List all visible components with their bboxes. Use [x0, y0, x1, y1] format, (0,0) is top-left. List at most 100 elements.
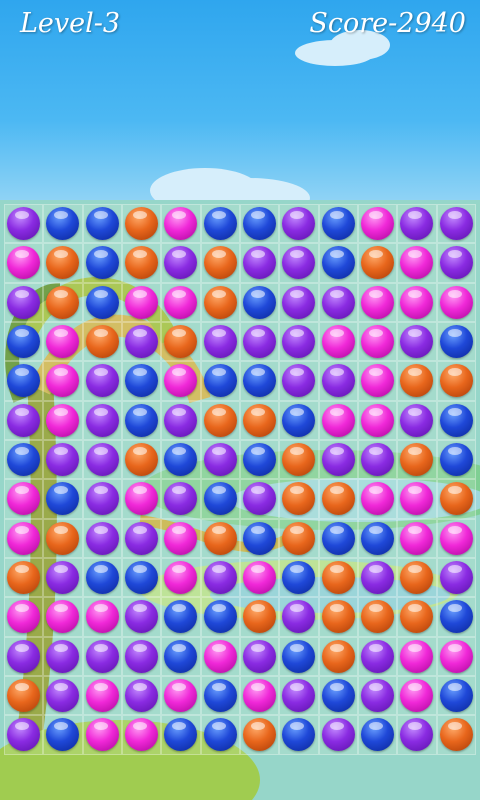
- purple-ball[interactable]: [361, 561, 395, 595]
- purple-ball[interactable]: [125, 325, 159, 359]
- blue-ball[interactable]: [282, 639, 316, 673]
- orange-ball[interactable]: [282, 482, 316, 516]
- blue-ball[interactable]: [203, 679, 237, 713]
- orange-ball[interactable]: [203, 521, 237, 555]
- board-cell[interactable]: [161, 557, 201, 598]
- pink-ball[interactable]: [361, 325, 395, 359]
- board-cell[interactable]: [279, 715, 319, 755]
- board-cell[interactable]: [436, 636, 476, 676]
- board-cell[interactable]: [279, 557, 319, 598]
- board-cell[interactable]: [200, 321, 240, 362]
- board-cell[interactable]: [279, 400, 319, 440]
- board-cell[interactable]: [357, 439, 398, 480]
- board-cell[interactable]: [82, 439, 122, 480]
- pink-ball[interactable]: [400, 285, 434, 319]
- board-cell[interactable]: [121, 597, 162, 637]
- board-cell[interactable]: [239, 479, 280, 519]
- board-cell[interactable]: [357, 321, 398, 362]
- board-cell[interactable]: [397, 400, 437, 440]
- pink-ball[interactable]: [46, 325, 80, 359]
- blue-ball[interactable]: [125, 561, 159, 595]
- board-cell[interactable]: [436, 479, 476, 519]
- purple-ball[interactable]: [203, 443, 237, 477]
- pink-ball[interactable]: [243, 679, 277, 713]
- orange-ball[interactable]: [243, 403, 277, 437]
- pink-ball[interactable]: [243, 561, 277, 595]
- board-cell[interactable]: [436, 282, 476, 322]
- purple-ball[interactable]: [439, 207, 473, 241]
- board-cell[interactable]: [397, 597, 437, 637]
- board-cell[interactable]: [279, 361, 319, 401]
- board-cell[interactable]: [239, 597, 280, 637]
- board-cell[interactable]: [161, 597, 201, 637]
- board-cell[interactable]: [357, 361, 398, 401]
- orange-ball[interactable]: [439, 482, 473, 516]
- board-cell[interactable]: [318, 361, 358, 401]
- blue-ball[interactable]: [361, 718, 395, 752]
- pink-ball[interactable]: [361, 403, 395, 437]
- blue-ball[interactable]: [85, 246, 119, 280]
- board-cell[interactable]: [397, 557, 437, 598]
- board-cell[interactable]: [397, 479, 437, 519]
- board-cell[interactable]: [161, 361, 201, 401]
- board-cell[interactable]: [121, 282, 162, 322]
- board-cell[interactable]: [43, 243, 83, 283]
- purple-ball[interactable]: [400, 718, 434, 752]
- board-cell[interactable]: [239, 321, 280, 362]
- board-cell[interactable]: [279, 439, 319, 480]
- blue-ball[interactable]: [439, 600, 473, 634]
- purple-ball[interactable]: [85, 639, 119, 673]
- board-cell[interactable]: [279, 243, 319, 283]
- purple-ball[interactable]: [282, 325, 316, 359]
- orange-ball[interactable]: [400, 600, 434, 634]
- blue-ball[interactable]: [164, 600, 198, 634]
- pink-ball[interactable]: [321, 403, 355, 437]
- purple-ball[interactable]: [125, 639, 159, 673]
- board-cell[interactable]: [161, 675, 201, 716]
- blue-ball[interactable]: [164, 639, 198, 673]
- board-cell[interactable]: [357, 400, 398, 440]
- board-cell[interactable]: [436, 439, 476, 480]
- blue-ball[interactable]: [439, 403, 473, 437]
- board-cell[interactable]: [279, 636, 319, 676]
- blue-ball[interactable]: [46, 482, 80, 516]
- board-cell[interactable]: [4, 400, 44, 440]
- board-cell[interactable]: [239, 715, 280, 755]
- board-cell[interactable]: [82, 243, 122, 283]
- board-cell[interactable]: [43, 557, 83, 598]
- purple-ball[interactable]: [85, 403, 119, 437]
- orange-ball[interactable]: [164, 325, 198, 359]
- board-cell[interactable]: [43, 597, 83, 637]
- purple-ball[interactable]: [46, 561, 80, 595]
- board-cell[interactable]: [436, 557, 476, 598]
- pink-ball[interactable]: [321, 325, 355, 359]
- pink-ball[interactable]: [439, 285, 473, 319]
- board-cell[interactable]: [4, 243, 44, 283]
- blue-ball[interactable]: [243, 207, 277, 241]
- pink-ball[interactable]: [164, 364, 198, 398]
- purple-ball[interactable]: [400, 403, 434, 437]
- pink-ball[interactable]: [85, 718, 119, 752]
- orange-ball[interactable]: [7, 561, 41, 595]
- pink-ball[interactable]: [7, 482, 41, 516]
- pink-ball[interactable]: [361, 482, 395, 516]
- board-cell[interactable]: [318, 321, 358, 362]
- board-cell[interactable]: [318, 282, 358, 322]
- blue-ball[interactable]: [321, 246, 355, 280]
- pink-ball[interactable]: [7, 246, 41, 280]
- board-cell[interactable]: [82, 597, 122, 637]
- purple-ball[interactable]: [361, 639, 395, 673]
- purple-ball[interactable]: [282, 364, 316, 398]
- purple-ball[interactable]: [243, 482, 277, 516]
- purple-ball[interactable]: [282, 285, 316, 319]
- pink-ball[interactable]: [85, 679, 119, 713]
- board-cell[interactable]: [397, 361, 437, 401]
- blue-ball[interactable]: [361, 521, 395, 555]
- blue-ball[interactable]: [243, 521, 277, 555]
- purple-ball[interactable]: [243, 246, 277, 280]
- board-cell[interactable]: [82, 321, 122, 362]
- board-cell[interactable]: [121, 400, 162, 440]
- pink-ball[interactable]: [164, 561, 198, 595]
- board-cell[interactable]: [239, 675, 280, 716]
- board-cell[interactable]: [397, 518, 437, 558]
